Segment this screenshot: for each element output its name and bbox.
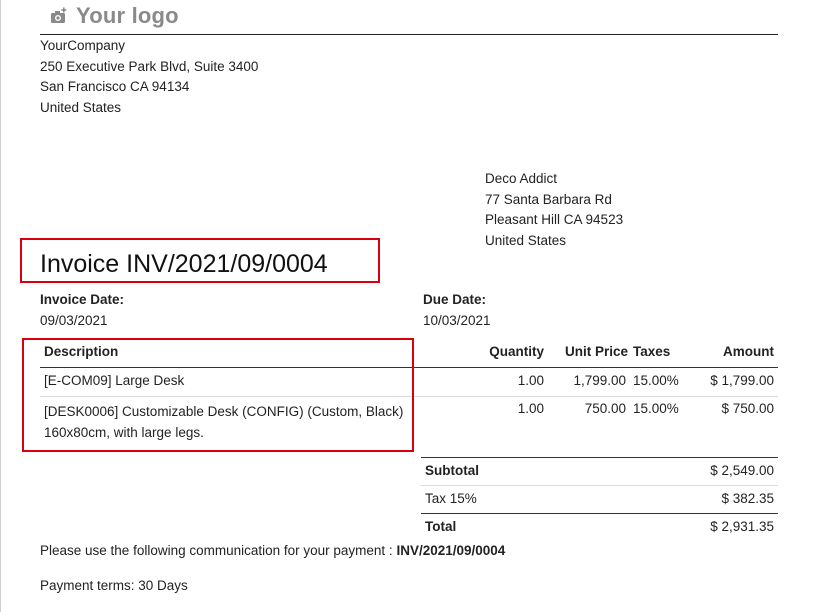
row1-taxes: 15.00% (633, 373, 679, 388)
row2-amount: $ 750.00 (721, 401, 774, 416)
company-name: YourCompany (40, 38, 126, 53)
customer-address: Deco Addict 77 Santa Barbara Rd Pleasant… (485, 169, 623, 251)
company-country: United States (40, 99, 122, 115)
title-highlight-box (20, 238, 380, 283)
communication-text: Please use the following communication f… (40, 543, 397, 558)
customer-name: Deco Addict (485, 171, 558, 186)
invoice-date-label: Invoice Date: (40, 292, 125, 307)
tax-label: Tax 15% (425, 491, 477, 506)
due-date-label: Due Date: (423, 292, 487, 307)
header-unit-price: Unit Price (565, 344, 629, 359)
row2-taxes: 15.00% (633, 401, 679, 416)
row2-unit-price: 750.00 (584, 401, 626, 416)
header-amount: Amount (723, 344, 774, 359)
header-quantity: Quantity (489, 344, 544, 359)
row1-quantity: 1.00 (517, 373, 544, 388)
customer-city: Pleasant Hill CA 94523 (485, 212, 624, 227)
company-logo: Your logo (50, 3, 179, 29)
customer-street: 77 Santa Barbara Rd (485, 191, 612, 207)
subtotal-label: Subtotal (425, 463, 479, 478)
total-label: Total (425, 519, 457, 534)
row1-amount: $ 1,799.00 (710, 373, 774, 388)
total-value: $ 2,931.35 (710, 519, 774, 534)
total-divider (421, 513, 778, 514)
header-taxes: Taxes (633, 344, 671, 359)
customer-country: United States (485, 232, 567, 248)
company-street: 250 Executive Park Blvd, Suite 3400 (40, 58, 259, 74)
payment-communication: Please use the following communication f… (40, 543, 505, 558)
description-highlight-box (22, 338, 414, 452)
camera-plus-icon (51, 7, 67, 23)
totals-top-divider (421, 457, 778, 458)
page-edge (0, 0, 1, 612)
header-divider (40, 34, 778, 35)
logo-text: Your logo (76, 3, 179, 28)
payment-terms: Payment terms: 30 Days (40, 578, 188, 593)
subtotal-value: $ 2,549.00 (710, 463, 774, 478)
row1-unit-price: 1,799.00 (573, 373, 626, 388)
company-city: San Francisco CA 94134 (40, 79, 190, 94)
company-address: YourCompany 250 Executive Park Blvd, Sui… (40, 36, 258, 118)
due-date-value: 10/03/2021 (423, 313, 491, 328)
row2-quantity: 1.00 (517, 401, 544, 416)
invoice-date-value: 09/03/2021 (40, 313, 108, 328)
communication-reference: INV/2021/09/0004 (396, 543, 506, 558)
tax-value: $ 382.35 (721, 491, 774, 506)
totals-row-divider (421, 485, 778, 486)
